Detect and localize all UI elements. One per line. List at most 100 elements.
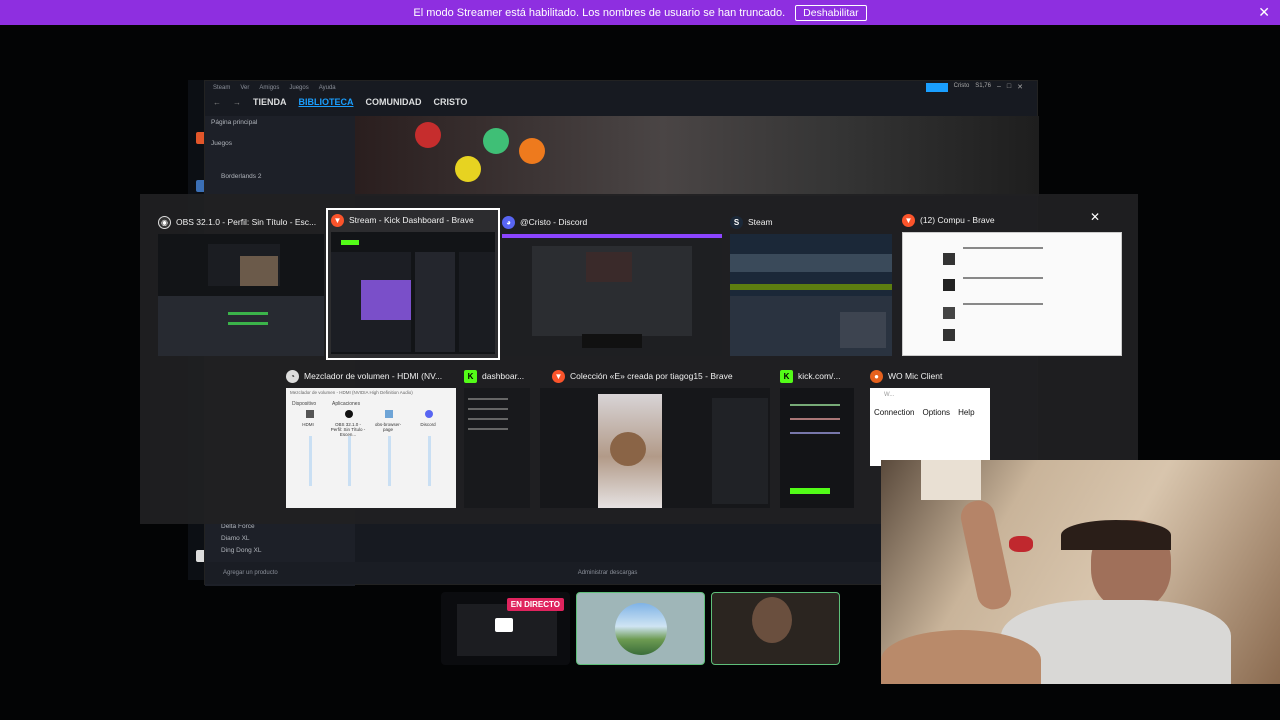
window-tile-discord[interactable]: ◕ @Cristo - Discord bbox=[502, 212, 722, 356]
hero-character bbox=[483, 128, 509, 154]
streamer-mode-banner: El modo Streamer está habilitado. Los no… bbox=[0, 0, 1280, 25]
window-thumbnail bbox=[730, 234, 892, 356]
mixer-apps-label: Aplicaciones bbox=[332, 401, 361, 407]
add-product-link[interactable]: Agregar un producto bbox=[223, 570, 278, 576]
kick-icon: K bbox=[780, 369, 793, 383]
window-thumbnail bbox=[780, 388, 854, 508]
tile-title: Mezclador de volumen - HDMI (NV... bbox=[304, 371, 443, 381]
brave-icon: ▼ bbox=[331, 213, 344, 227]
tile-title: dashboar... bbox=[482, 371, 525, 381]
steam-username[interactable]: Cristo bbox=[954, 83, 970, 92]
window-thumbnail: Mezclador de volumen - HDMI (NVIDIA High… bbox=[286, 388, 456, 508]
steam-nav: ← → TIENDA BIBLIOTECA COMUNIDAD CRISTO bbox=[213, 95, 467, 109]
brave-icon: ▼ bbox=[552, 369, 565, 383]
obs-icon: ◉ bbox=[158, 215, 171, 229]
window-tile-steam[interactable]: S Steam bbox=[730, 212, 892, 356]
mixer-icon: ◔ bbox=[286, 369, 299, 383]
tile-header: ▼ Stream - Kick Dashboard - Brave bbox=[328, 210, 498, 230]
games-dropdown[interactable]: Juegos bbox=[205, 137, 355, 150]
tile-header: ▼ Colección «E» creada por tiagog15 - Br… bbox=[540, 366, 770, 386]
mic-icon: ● bbox=[870, 369, 883, 383]
steam-icon: S bbox=[730, 215, 743, 229]
broadcast-button[interactable] bbox=[925, 83, 948, 92]
window-tile-kick-dashboard[interactable]: ▼ Stream - Kick Dashboard - Brave bbox=[326, 208, 500, 360]
nav-library[interactable]: BIBLIOTECA bbox=[299, 97, 354, 107]
library-home[interactable]: Página principal bbox=[205, 116, 355, 129]
steam-menu-item[interactable]: Ver bbox=[240, 85, 249, 91]
maximize-icon[interactable]: □ bbox=[1007, 83, 1011, 92]
game-hero-banner bbox=[355, 116, 1039, 196]
window-thumbnail bbox=[902, 232, 1122, 356]
window-thumbnail: W... Connection Options Help bbox=[870, 388, 990, 466]
close-icon[interactable]: ✕ bbox=[1258, 4, 1270, 21]
hero-character bbox=[415, 122, 441, 148]
window-tile-wo-mic[interactable]: ● WO Mic Client W... Connection Options … bbox=[870, 366, 990, 466]
tile-header: ◔ Mezclador de volumen - HDMI (NV... bbox=[286, 366, 456, 386]
nav-profile[interactable]: CRISTO bbox=[434, 97, 468, 107]
menu-help[interactable]: Help bbox=[958, 408, 974, 417]
steam-menu-item[interactable]: Amigos bbox=[259, 85, 279, 91]
forward-arrow-icon[interactable]: → bbox=[233, 98, 241, 107]
mixer-channel-label: Discord bbox=[420, 422, 436, 427]
tile-title: kick.com/... bbox=[798, 371, 841, 381]
mixer-window-title: Mezclador de volumen - HDMI (NVIDIA High… bbox=[290, 390, 413, 395]
tile-title: Colección «E» creada por tiagog15 - Brav… bbox=[570, 371, 733, 381]
steam-menu-item[interactable]: Ayuda bbox=[319, 85, 336, 91]
window-thumbnail bbox=[502, 234, 722, 356]
window-thumbnail bbox=[464, 388, 530, 508]
wo-mic-menu: Connection Options Help bbox=[874, 408, 975, 417]
avatar bbox=[615, 603, 667, 655]
stream-preview[interactable]: EN DIRECTO bbox=[441, 592, 570, 665]
tile-header: ● WO Mic Client bbox=[870, 366, 990, 386]
window-thumbnail bbox=[331, 232, 495, 354]
steam-menu-item[interactable]: Juegos bbox=[289, 85, 308, 91]
game-item[interactable]: Borderlands 2 bbox=[205, 170, 355, 183]
tile-title: Steam bbox=[748, 217, 773, 227]
steam-menubar: Steam Ver Amigos Juegos Ayuda bbox=[205, 81, 1037, 95]
downloads-link[interactable]: Administrar descargas bbox=[578, 570, 638, 576]
hero-character bbox=[455, 156, 481, 182]
window-tile-kick[interactable]: K kick.com/... bbox=[780, 366, 854, 508]
window-thumbnail bbox=[158, 234, 324, 356]
close-window-icon[interactable]: ✕ bbox=[1090, 210, 1100, 224]
tile-title: Stream - Kick Dashboard - Brave bbox=[349, 215, 474, 225]
tile-title: (12) Compu - Brave bbox=[920, 215, 995, 225]
disable-streamer-button[interactable]: Deshabilitar bbox=[795, 4, 867, 21]
back-arrow-icon[interactable]: ← bbox=[213, 98, 221, 107]
webcam-overlay bbox=[881, 460, 1280, 684]
tile-header: S Steam bbox=[730, 212, 892, 232]
screen: El modo Streamer está habilitado. Los no… bbox=[0, 0, 1280, 720]
tile-title: @Cristo - Discord bbox=[520, 217, 588, 227]
tile-header: ◉ OBS 32.1.0 - Perfil: Sin Título - Esc.… bbox=[158, 212, 324, 232]
banner-message: El modo Streamer está habilitado. Los no… bbox=[413, 6, 786, 19]
window-tile-volume-mixer[interactable]: ◔ Mezclador de volumen - HDMI (NV... Mez… bbox=[286, 366, 456, 508]
minimize-icon[interactable]: – bbox=[997, 83, 1001, 92]
hero-character bbox=[519, 138, 545, 164]
discord-icon: ◕ bbox=[502, 215, 515, 229]
tile-title: OBS 32.1.0 - Perfil: Sin Título - Esc... bbox=[176, 217, 317, 227]
close-icon[interactable]: ✕ bbox=[1017, 83, 1023, 92]
tile-header: K dashboar... bbox=[464, 366, 530, 386]
window-tile-coleccion[interactable]: ▼ Colección «E» creada por tiagog15 - Br… bbox=[540, 366, 770, 508]
steam-window-controls: Cristo S1,76 – □ ✕ bbox=[925, 83, 1023, 92]
menu-connection[interactable]: Connection bbox=[874, 408, 914, 417]
kick-icon: K bbox=[464, 369, 477, 383]
avatar-preview[interactable] bbox=[576, 592, 705, 665]
window-tile-obs[interactable]: ◉ OBS 32.1.0 - Perfil: Sin Título - Esc.… bbox=[158, 212, 324, 356]
tile-header: ◕ @Cristo - Discord bbox=[502, 212, 722, 232]
game-item[interactable]: Ding Dong XL bbox=[205, 544, 277, 557]
mixer-channel-label: HDMI bbox=[302, 422, 314, 427]
window-tile-dashboard[interactable]: K dashboar... bbox=[464, 366, 530, 508]
nav-community[interactable]: COMUNIDAD bbox=[366, 97, 422, 107]
brave-icon: ▼ bbox=[902, 213, 915, 227]
window-tile-compu[interactable]: ▼ (12) Compu - Brave ✕ bbox=[902, 210, 1122, 356]
steam-menu-item[interactable]: Steam bbox=[213, 85, 230, 91]
tile-header: K kick.com/... bbox=[780, 366, 854, 386]
menu-options[interactable]: Options bbox=[922, 408, 950, 417]
nav-store[interactable]: TIENDA bbox=[253, 97, 287, 107]
camera-preview[interactable] bbox=[711, 592, 840, 665]
mixer-channel-label: obs-browser-page bbox=[374, 422, 402, 432]
steam-balance: S1,76 bbox=[975, 83, 991, 89]
window-thumbnail bbox=[540, 388, 770, 508]
mixer-device-label: Dispositivo bbox=[292, 401, 317, 407]
